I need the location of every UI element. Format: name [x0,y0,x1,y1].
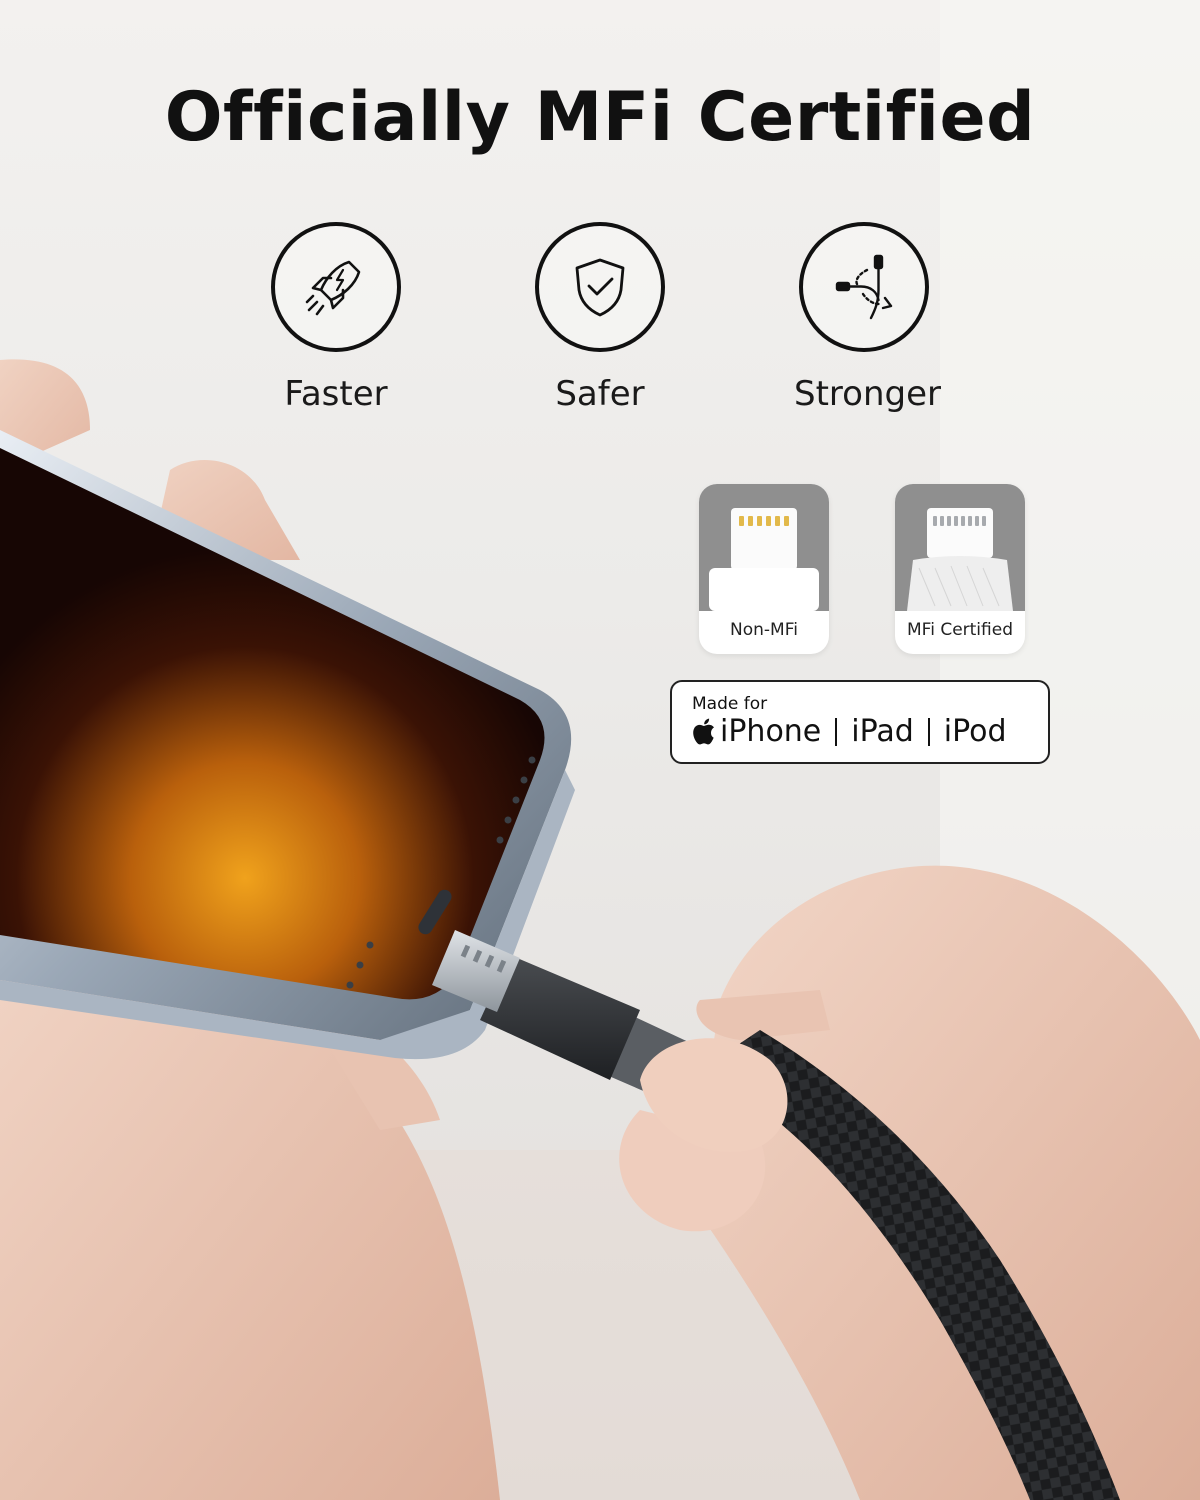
feature-label: Faster [284,374,388,414]
ipod-text: iPod [943,714,1007,749]
divider [835,717,838,746]
rocket-icon [271,222,401,352]
feature-stronger: Stronger [794,222,941,414]
mfi-connector-card: MFi Certified [895,484,1025,654]
made-for-text: Made for [692,694,768,714]
silver-contacts-icon [907,508,1013,611]
apple-logo-icon [693,718,714,744]
divider [927,717,930,746]
iphone-text: iPhone [720,714,822,749]
connector-image [699,484,829,611]
bend-cable-icon [799,222,929,352]
gold-contacts-icon [709,508,819,611]
ipad-text: iPad [851,714,914,749]
feature-label: Safer [555,374,645,414]
apple-device-row: iPhone iPad iPod [690,714,1007,749]
mfi-certified-label: MFi Certified [906,620,1013,640]
shield-check-icon [535,222,665,352]
made-for-apple-badge: Made for iPhone iPad iPod [670,680,1050,764]
page-title: Officially MFi Certified [164,78,1036,157]
non-mfi-label: Non-MFi [730,620,798,640]
feature-safer: Safer [530,222,670,414]
feature-label: Stronger [794,374,941,414]
connector-image [895,484,1025,611]
feature-faster: Faster [266,222,406,414]
non-mfi-connector-card: Non-MFi [699,484,829,654]
